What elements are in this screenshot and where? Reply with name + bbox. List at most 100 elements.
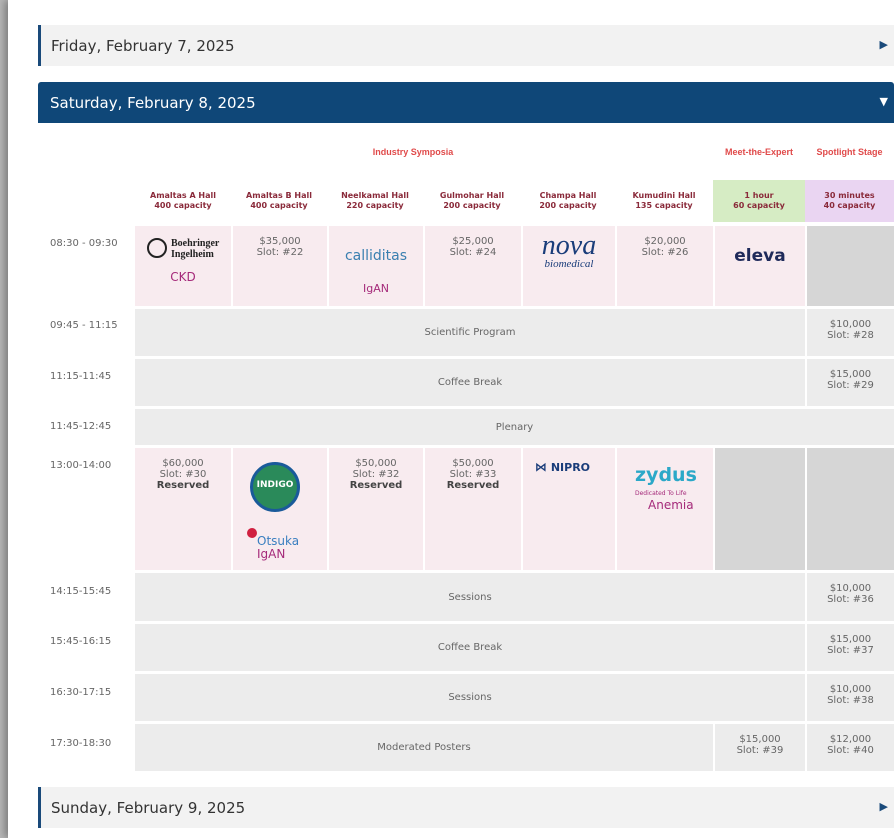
slot-empty [715,448,805,570]
slot-number: Slot: #39 [736,745,784,756]
day-title: Saturday, February 8, 2025 [50,93,256,112]
nipro-logo: ⋈ NIPRO [535,460,590,474]
span-scientific-program: Scientific Program [135,309,805,356]
span-sessions: Sessions [135,674,805,721]
time-label: 13:00-14:00 [50,460,112,471]
slot-32[interactable]: $50,000 Slot: #32 Reserved [329,448,423,570]
slot-number: Slot: #36 [827,594,874,605]
slot-boehringer[interactable]: Boehringer Ingelheim CKD [135,226,231,306]
indigo-logo-text: INDIGO [256,480,294,490]
slot-price: $15,000 [829,369,872,380]
slot-28[interactable]: $10,000 Slot: #28 [807,309,894,356]
slot-26[interactable]: $20,000 Slot: #26 [617,226,713,306]
day-accordion-saturday[interactable]: Saturday, February 8, 2025 ▼ [38,82,894,123]
eleva-logo: eleva [734,246,786,266]
topic-label: Anemia [648,498,694,512]
slot-38[interactable]: $10,000 Slot: #38 [807,674,894,721]
slot-eleva[interactable]: eleva [715,226,805,306]
slot-indigo-otsuka[interactable]: INDIGO Otsuka IgAN [233,448,327,570]
slot-number: Slot: #22 [256,247,304,258]
slot-calliditas[interactable]: calliditas IgAN [329,226,423,306]
slot-number: Slot: #40 [827,745,874,756]
reserved-label: Reserved [446,480,500,491]
spotlight-stage-title: Spotlight Stage [816,147,883,157]
topic-label: IgAN [363,282,389,295]
hall-header: Amaltas A Hall 400 capacity [150,191,216,210]
slot-33[interactable]: $50,000 Slot: #33 Reserved [425,448,521,570]
slot-zydus[interactable]: zydus Dedicated To Life Anemia [617,448,713,570]
zydus-tagline: Dedicated To Life [635,490,687,497]
time-label: 15:45-16:15 [50,636,112,647]
slot-30[interactable]: $60,000 Slot: #30 Reserved [135,448,231,570]
slot-price: $35,000 [259,236,301,247]
hall-header-spotlight: 30 minutes 40 capacity [805,180,894,222]
span-sessions: Sessions [135,573,805,621]
caret-down-icon: ▼ [879,95,888,108]
hall-header-meet: 1 hour 60 capacity [713,180,805,222]
calliditas-logo: calliditas [344,248,408,264]
slot-number: Slot: #37 [827,645,874,656]
slot-price: $20,000 [644,236,686,247]
reserved-label: Reserved [349,480,403,491]
slot-nova[interactable]: nova biomedical [523,226,615,306]
span-coffee-break: Coffee Break [135,624,805,671]
slot-price: $10,000 [829,319,872,330]
reserved-label: Reserved [156,480,210,491]
slot-number: Slot: #29 [827,380,874,391]
nipro-mark-icon: ⋈ [535,460,547,474]
boehringer-logo-text: Boehringer Ingelheim [171,238,220,260]
slot-price: $50,000 [355,458,397,469]
day-accordion-sunday[interactable]: Sunday, February 9, 2025 ▶ [38,787,894,828]
slot-number: Slot: #32 [352,469,400,480]
slot-37[interactable]: $15,000 Slot: #37 [807,624,894,671]
schedule-page: Friday, February 7, 2025 ▶ Saturday, Feb… [8,0,894,838]
otsuka-logo: Otsuka [257,534,300,548]
time-label: 08:30 - 09:30 [50,238,118,249]
slot-40[interactable]: $12,000 Slot: #40 [807,724,894,771]
slot-price: $15,000 [829,634,872,645]
time-label: 11:15-11:45 [50,371,112,382]
zydus-logo: zydus [635,464,697,486]
day-title: Sunday, February 9, 2025 [51,798,246,817]
hall-header: Amaltas B Hall 400 capacity [246,191,312,210]
time-label: 11:45-12:45 [50,421,112,432]
slot-price: $60,000 [162,458,204,469]
span-moderated-posters: Moderated Posters [135,724,713,771]
hall-header: Kumudini Hall 135 capacity [632,191,696,210]
slot-29[interactable]: $15,000 Slot: #29 [807,359,894,406]
industry-symposia-title: Industry Symposia [372,147,454,157]
slot-price: $12,000 [829,734,872,745]
caret-right-icon: ▶ [879,38,888,51]
hall-header: Gulmohar Hall 200 capacity [439,191,505,210]
time-label: 14:15-15:45 [50,586,112,597]
meet-the-expert-title: Meet-the-Expert [724,147,793,157]
time-label: 16:30-17:15 [50,687,112,698]
slot-price: $15,000 [739,734,781,745]
hall-header: Neelkamal Hall 220 capacity [341,191,409,210]
nova-subtitle: biomedical [544,258,594,270]
topic-label: CKD [170,270,196,284]
slot-empty [807,448,894,570]
hall-header: Champa Hall 200 capacity [539,191,597,210]
slot-39[interactable]: $15,000 Slot: #39 [715,724,805,771]
time-label: 09:45 - 11:15 [50,320,118,331]
slot-price: $10,000 [829,583,872,594]
day-accordion-friday[interactable]: Friday, February 7, 2025 ▶ [38,25,894,66]
slot-36[interactable]: $10,000 Slot: #36 [807,573,894,621]
day-title: Friday, February 7, 2025 [51,36,235,55]
topic-label: IgAN [257,547,286,561]
slot-empty [807,226,894,306]
slot-22[interactable]: $35,000 Slot: #22 [233,226,327,306]
slot-number: Slot: #24 [449,247,497,258]
slot-number: Slot: #33 [449,469,497,480]
slot-number: Slot: #26 [641,247,689,258]
caret-right-icon: ▶ [879,800,888,813]
slot-price: $50,000 [452,458,494,469]
span-coffee-break: Coffee Break [135,359,805,406]
time-label: 17:30-18:30 [50,738,112,749]
nipro-text: NIPRO [550,461,591,474]
slot-24[interactable]: $25,000 Slot: #24 [425,226,521,306]
slot-number: Slot: #38 [827,695,874,706]
slot-price: $25,000 [452,236,494,247]
slot-nipro[interactable]: ⋈ NIPRO [523,448,615,570]
